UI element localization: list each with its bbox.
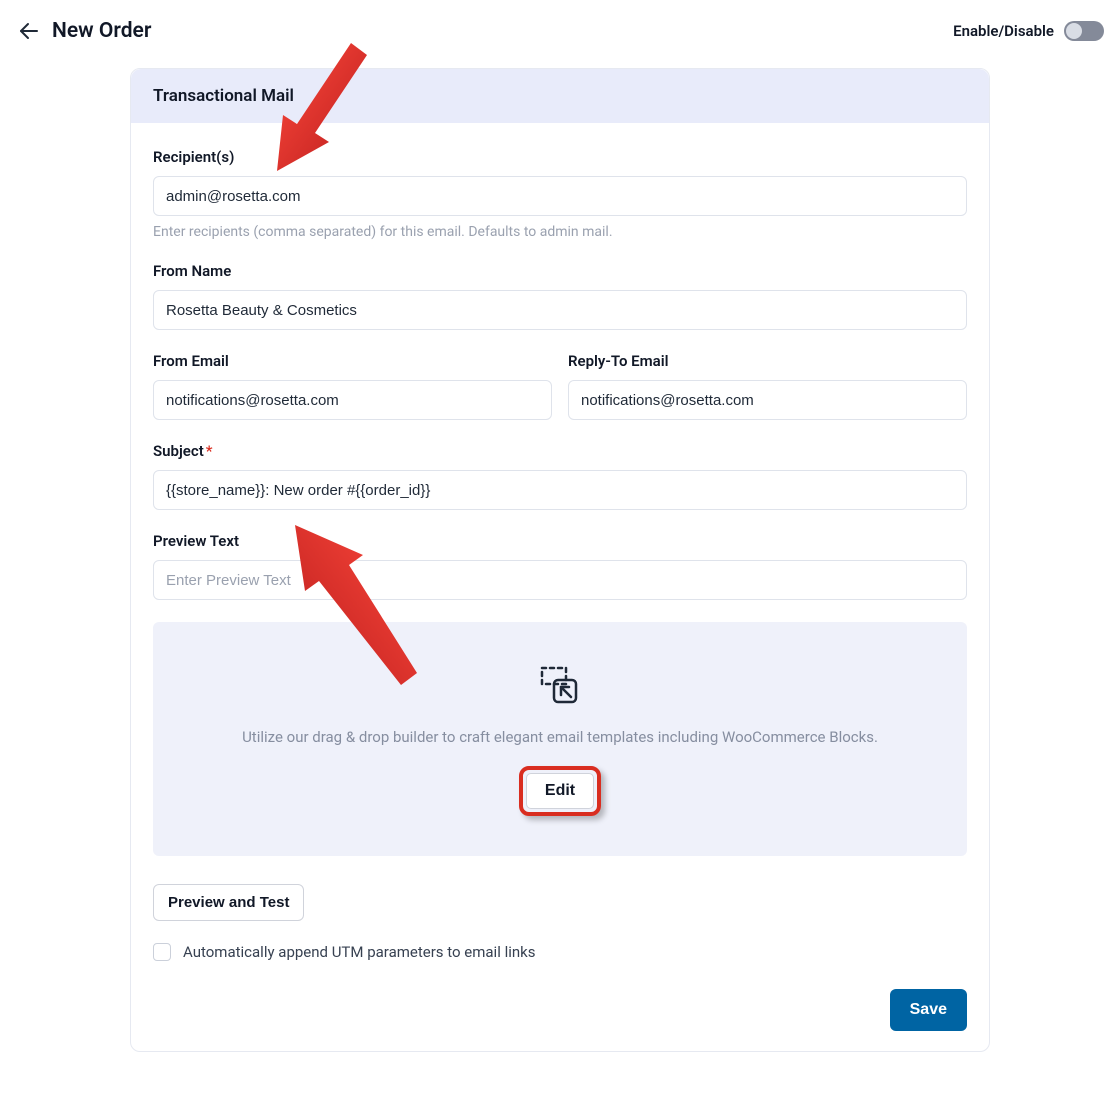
drag-drop-builder-icon [536,662,584,714]
recipients-input[interactable] [153,176,967,216]
preview-text-label: Preview Text [153,532,967,550]
preview-text-input[interactable] [153,560,967,600]
from-email-input[interactable] [153,380,552,420]
back-arrow-icon[interactable] [16,18,42,44]
enable-disable-toggle[interactable] [1064,21,1104,41]
builder-box: Utilize our drag & drop builder to craft… [153,622,967,856]
save-button[interactable]: Save [890,989,967,1031]
page-title: New Order [52,19,151,43]
builder-description: Utilize our drag & drop builder to craft… [173,728,947,746]
from-name-input[interactable] [153,290,967,330]
card-title: Transactional Mail [131,69,989,123]
from-name-label: From Name [153,262,967,280]
reply-to-email-input[interactable] [568,380,967,420]
edit-button[interactable]: Edit [526,773,594,809]
subject-input[interactable] [153,470,967,510]
enable-disable-label: Enable/Disable [953,22,1054,40]
utm-checkbox[interactable] [153,943,171,961]
recipients-label: Recipient(s) [153,148,967,166]
required-star-icon: * [206,442,213,460]
preview-and-test-button[interactable]: Preview and Test [153,884,304,921]
reply-to-email-label: Reply-To Email [568,352,967,370]
from-email-label: From Email [153,352,552,370]
recipients-help-text: Enter recipients (comma separated) for t… [153,224,967,240]
edit-button-highlight: Edit [519,766,601,816]
utm-checkbox-label: Automatically append UTM parameters to e… [183,943,536,961]
transactional-mail-card: Transactional Mail Recipient(s) Enter re… [130,68,990,1052]
subject-label: Subject* [153,442,967,460]
